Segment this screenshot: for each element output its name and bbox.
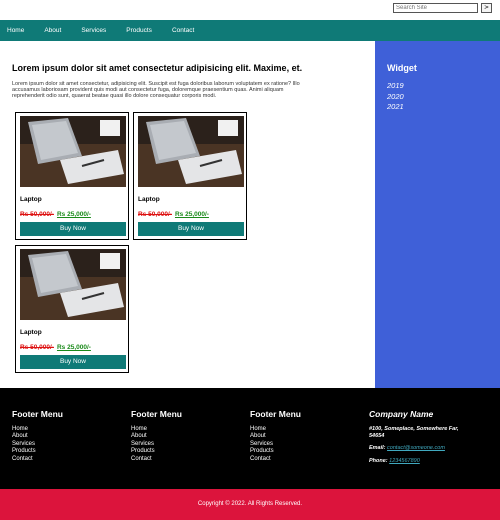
main-content: Lorem ipsum dolor sit amet consectetur a…: [0, 41, 375, 388]
footer-link-contact[interactable]: Contact: [12, 456, 63, 463]
buy-now-button[interactable]: Buy Now: [138, 222, 244, 236]
company-email: Email: contact@someone.com: [369, 445, 491, 452]
footer-link-services[interactable]: Services: [250, 441, 301, 448]
laptop-image: [138, 116, 244, 187]
address-line: 54654: [369, 432, 385, 439]
footer-menu: Footer Menu Home About Services Products…: [12, 409, 63, 463]
footer-link-products[interactable]: Products: [250, 448, 301, 455]
address-line: #100, Someplace, Somewhere Far,: [369, 426, 459, 432]
page-heading: Lorem ipsum dolor sit amet consectetur a…: [12, 63, 303, 73]
footer: Footer Menu Home About Services Products…: [0, 388, 500, 489]
footer-link-about[interactable]: About: [250, 433, 301, 440]
footer-link-contact[interactable]: Contact: [131, 456, 182, 463]
product-title: Laptop: [138, 196, 160, 203]
search-input[interactable]: [393, 3, 478, 13]
new-price: Rs 25,000/-: [174, 211, 209, 218]
product-price: Rs 50,000/- Rs 25,000/-: [20, 344, 125, 351]
product-card: Laptop Rs 50,000/- Rs 25,000/- Buy Now: [15, 245, 129, 373]
footer-link-contact[interactable]: Contact: [250, 456, 301, 463]
footer-menu-title: Footer Menu: [131, 409, 182, 419]
product-title: Laptop: [20, 196, 42, 203]
nav-products[interactable]: Products: [126, 27, 152, 34]
copyright-bar: Copyright © 2022. All Rights Reserved.: [0, 489, 500, 520]
buy-now-button[interactable]: Buy Now: [20, 222, 126, 236]
footer-menu-title: Footer Menu: [12, 409, 63, 419]
phone-link[interactable]: 1234567890: [389, 458, 420, 464]
company-info: Company Name #100, Someplace, Somewhere …: [369, 409, 491, 470]
laptop-image: [20, 116, 126, 187]
footer-link-services[interactable]: Services: [131, 441, 182, 448]
footer-menu: Footer Menu Home About Services Products…: [250, 409, 301, 463]
footer-menu: Footer Menu Home About Services Products…: [131, 409, 182, 463]
email-label: Email:: [369, 445, 386, 451]
widget-item-2021[interactable]: 2021: [387, 102, 488, 113]
footer-link-home[interactable]: Home: [131, 426, 182, 433]
product-price: Rs 50,000/- Rs 25,000/-: [20, 211, 125, 218]
widget-item-2019[interactable]: 2019: [387, 81, 488, 92]
footer-link-products[interactable]: Products: [131, 448, 182, 455]
laptop-image: [20, 249, 126, 320]
product-image: [20, 116, 126, 187]
product-card: Laptop Rs 50,000/- Rs 25,000/- Buy Now: [15, 112, 129, 240]
intro-paragraph: Lorem ipsum dolor sit amet consectetur, …: [12, 81, 357, 100]
nav-services[interactable]: Services: [81, 27, 106, 34]
nav-contact[interactable]: Contact: [172, 27, 194, 34]
footer-link-about[interactable]: About: [131, 433, 182, 440]
top-bar: >: [0, 0, 500, 18]
footer-menu-title: Footer Menu: [250, 409, 301, 419]
product-image: [20, 249, 126, 320]
company-name: Company Name: [369, 409, 434, 419]
widget-title: Widget: [387, 63, 417, 73]
old-price: Rs 50,000/-: [20, 211, 54, 218]
widget-list: 2019 2020 2021: [387, 81, 488, 113]
search-button[interactable]: >: [481, 3, 492, 13]
company-address: #100, Someplace, Somewhere Far, 54654: [369, 426, 491, 439]
new-price: Rs 25,000/-: [56, 211, 91, 218]
product-title: Laptop: [20, 329, 42, 336]
footer-link-services[interactable]: Services: [12, 441, 63, 448]
product-price: Rs 50,000/- Rs 25,000/-: [138, 211, 243, 218]
buy-now-button[interactable]: Buy Now: [20, 355, 126, 369]
widget-item-2020[interactable]: 2020: [387, 92, 488, 103]
footer-link-products[interactable]: Products: [12, 448, 63, 455]
phone-label: Phone:: [369, 457, 388, 464]
nav-about[interactable]: About: [44, 27, 61, 34]
product-image: [138, 116, 244, 187]
sidebar: Widget 2019 2020 2021: [375, 41, 500, 388]
nav-home[interactable]: Home: [7, 27, 24, 34]
company-phone: Phone: 1234567890: [369, 458, 491, 465]
product-card: Laptop Rs 50,000/- Rs 25,000/- Buy Now: [133, 112, 247, 240]
main-nav: Home About Services Products Contact: [0, 20, 500, 41]
old-price: Rs 50,000/-: [138, 211, 172, 218]
old-price: Rs 50,000/-: [20, 344, 54, 351]
email-link[interactable]: contact@someone.com: [387, 445, 445, 451]
footer-link-home[interactable]: Home: [250, 426, 301, 433]
paragraph-line: reprehenderit odio sunt, quaerat beatae …: [12, 93, 217, 100]
footer-link-home[interactable]: Home: [12, 426, 63, 433]
new-price: Rs 25,000/-: [56, 344, 91, 351]
footer-link-about[interactable]: About: [12, 433, 63, 440]
